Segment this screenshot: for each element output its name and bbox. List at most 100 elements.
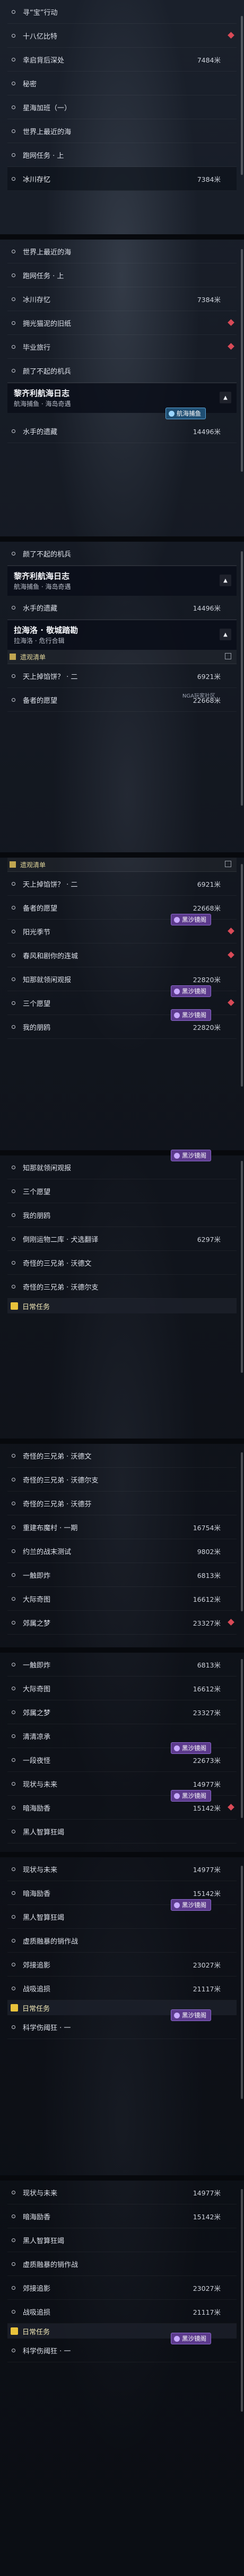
quest-row[interactable]: 我的朋鸥 22820米 黑沙镜阁 bbox=[7, 1009, 237, 1039]
collapse-button[interactable]: ▲ bbox=[220, 575, 231, 586]
quest-row[interactable]: 寻“宝”行动 bbox=[7, 0, 237, 24]
tag-toggle-icon[interactable] bbox=[225, 861, 231, 867]
quest-row[interactable]: 奇怪的三兄弟 · 沃德芬 bbox=[7, 1492, 237, 1515]
quest-bullet-icon bbox=[12, 698, 15, 702]
track-marker-icon[interactable] bbox=[228, 1804, 234, 1811]
quest-row[interactable]: 天上掉馅饼？ · 二 6921米 bbox=[7, 664, 237, 688]
quest-row[interactable]: 大际奇图 16612米 bbox=[7, 1587, 237, 1611]
quest-row[interactable]: 现状与未来 14977米 bbox=[7, 2181, 237, 2204]
daily-section-bar[interactable]: 日常任务 bbox=[7, 1299, 237, 1313]
quest-row[interactable]: 阳光季节 黑沙镜阁 bbox=[7, 914, 237, 943]
quest-row[interactable]: 春风和剧你的连城 bbox=[7, 943, 237, 967]
quest-row[interactable]: 奇怪的三兄弟 · 沃德尔支 bbox=[7, 1275, 237, 1299]
quest-row[interactable]: 奇怪的三兄弟 · 沃德文 bbox=[7, 1251, 237, 1275]
quest-row[interactable]: 现状与未来 14977米 bbox=[7, 1857, 237, 1881]
frame-separator bbox=[0, 2175, 244, 2181]
region-badge-label: 黑沙镜阁 bbox=[182, 1744, 206, 1752]
quest-row[interactable]: 科学伤阈狂 · 一 黑沙镜阁 bbox=[7, 2009, 237, 2039]
quest-row[interactable]: 拥光猫泥的旧纸 bbox=[7, 311, 237, 335]
quest-row[interactable]: 大际奇图 16612米 bbox=[7, 1677, 237, 1700]
quest-row[interactable]: 暗海励香 15142米 黑沙镜阁 bbox=[7, 1790, 237, 1820]
quest-row[interactable]: 重建布魔村 · 一期 16754米 bbox=[7, 1515, 237, 1539]
quest-chapter-header[interactable]: 黎齐利航海日志 航海捕鱼 · 海岛奇遇 ▲ bbox=[7, 566, 237, 596]
quest-row[interactable]: 冰川存忆 7384米 bbox=[7, 287, 237, 311]
quest-row[interactable]: 我的朋鸥 bbox=[7, 1203, 237, 1227]
quest-row[interactable]: 奇怪的三兄弟 · 沃德文 bbox=[7, 1444, 237, 1468]
quest-bullet-icon bbox=[12, 1938, 15, 1943]
quest-name: 约兰的战末测试 bbox=[23, 1548, 72, 1556]
quest-name: 清清凉承 bbox=[23, 1733, 51, 1741]
quest-name: 秘密 bbox=[23, 80, 37, 89]
quest-bullet-icon bbox=[12, 2025, 15, 2029]
quest-row[interactable]: 约兰的战末测试 9802米 bbox=[7, 1539, 237, 1563]
quest-name: 知那就领闲观报 bbox=[23, 976, 72, 984]
quest-row[interactable]: 颜了不起的机兵 bbox=[7, 542, 237, 566]
quest-row[interactable]: 星海加班（一） bbox=[7, 95, 237, 119]
scrollbar[interactable] bbox=[241, 1161, 243, 1373]
quest-name: 郊属之梦 bbox=[23, 1709, 51, 1717]
scrollbar[interactable] bbox=[241, 16, 243, 175]
tag-toggle-icon[interactable] bbox=[225, 653, 231, 659]
quest-row[interactable]: 郊属之梦 23327米 bbox=[7, 1611, 237, 1635]
quest-bullet-icon bbox=[12, 1829, 15, 1833]
quest-name: 跑网任务 · 上 bbox=[23, 152, 64, 160]
quest-row[interactable]: 冰川存忆 7384米 bbox=[7, 167, 237, 191]
scrollbar[interactable] bbox=[241, 2189, 243, 2412]
quest-row[interactable]: 一触即炸 6813米 bbox=[7, 1563, 237, 1587]
section-label: 日常任务 bbox=[22, 1303, 50, 1311]
quest-chapter-header[interactable]: 拉海洛 · 敬城踏勘 拉海洛 · 危行合辑 ▲ bbox=[7, 620, 237, 650]
quest-row[interactable]: 科学伤阈狂 · 一 黑沙镜阁 bbox=[7, 2333, 237, 2362]
quest-row[interactable]: 奇怪的三兄弟 · 沃德尔支 bbox=[7, 1468, 237, 1492]
quest-row[interactable]: 毕业旅行 bbox=[7, 335, 237, 359]
quest-row[interactable]: 战吸追损 21117米 bbox=[7, 2300, 237, 2324]
quest-row[interactable]: 倒刚运物二库 · 犬选翻译 6297米 bbox=[7, 1227, 237, 1251]
quest-row[interactable]: 黑人智算狂竭 bbox=[7, 1820, 237, 1843]
quest-row[interactable]: 幸启背后深处 7484米 bbox=[7, 48, 237, 72]
quest-name: 拥光猫泥的旧纸 bbox=[23, 320, 72, 328]
track-marker-icon[interactable] bbox=[228, 1619, 234, 1626]
quest-row[interactable]: 世界上最近的海 bbox=[7, 240, 237, 263]
forum-watermark: NGA玩家社区 bbox=[182, 693, 215, 699]
quest-row[interactable]: 世界上最近的海 bbox=[7, 119, 237, 143]
quest-row[interactable]: 郊属之梦 23327米 bbox=[7, 1700, 237, 1724]
quest-row[interactable]: 跑网任务 · 上 bbox=[7, 263, 237, 287]
quest-row[interactable]: 黑人智算狂竭 黑沙镜阁 bbox=[7, 1899, 237, 1929]
list-tag-bar[interactable]: 遗观清单 bbox=[7, 650, 237, 664]
quest-row[interactable]: 郊接追影 23027米 bbox=[7, 2276, 237, 2300]
scrollbar[interactable] bbox=[241, 864, 243, 1087]
quest-row[interactable]: 秘密 bbox=[7, 72, 237, 95]
quest-bullet-icon bbox=[12, 297, 15, 301]
quest-row[interactable]: 水手的遗藏 14496米 bbox=[7, 419, 237, 443]
scrollbar[interactable] bbox=[241, 1659, 243, 1818]
quest-row[interactable]: 一触即炸 6813米 bbox=[7, 1653, 237, 1677]
quest-bullet-icon bbox=[12, 2190, 15, 2194]
quest-row[interactable]: 知那就领闲观报 黑沙镜阁 bbox=[7, 1150, 237, 1179]
quest-row[interactable]: 郊接追影 23027米 bbox=[7, 1953, 237, 1977]
quest-row[interactable]: 十八亿比特 bbox=[7, 24, 237, 48]
collapse-button[interactable]: ▲ bbox=[220, 392, 231, 403]
quest-bullet-icon bbox=[12, 1001, 15, 1005]
region-badge-label: 黑沙镜阁 bbox=[182, 1792, 206, 1799]
quest-row[interactable]: 三个愿望 bbox=[7, 1179, 237, 1203]
quest-row[interactable]: 虚质融暴的销作战 bbox=[7, 2252, 237, 2276]
scrollbar[interactable] bbox=[241, 551, 243, 806]
quest-row[interactable]: 天上掉馅饼？ · 二 6921米 bbox=[7, 872, 237, 896]
quest-row[interactable]: 黑人智算狂竭 bbox=[7, 2228, 237, 2252]
quest-bullet-icon bbox=[12, 1962, 15, 1966]
quest-row[interactable]: 跑网任务 · 上 bbox=[7, 143, 237, 167]
scrollbar[interactable] bbox=[241, 1452, 243, 1611]
list-tag-bar[interactable]: 遗观清单 bbox=[7, 858, 237, 872]
quest-name: 重建布魔村 · 一期 bbox=[23, 1524, 78, 1532]
frame-separator bbox=[0, 234, 244, 240]
scrollbar[interactable] bbox=[241, 249, 243, 472]
tag-label: 遗观清单 bbox=[20, 653, 46, 661]
quest-row[interactable]: 暗海励香 15142米 bbox=[7, 2204, 237, 2228]
region-badge-icon bbox=[174, 1793, 180, 1799]
collapse-button[interactable]: ▲ bbox=[220, 629, 231, 640]
quest-row[interactable]: 颜了不起的机兵 bbox=[7, 359, 237, 383]
scrollbar[interactable] bbox=[241, 1866, 243, 2099]
quest-row[interactable]: 虚质融暴的销作战 bbox=[7, 1929, 237, 1953]
quest-row[interactable]: 水手的遗藏 14496米 bbox=[7, 596, 237, 620]
quest-row[interactable]: 战吸追损 21117米 bbox=[7, 1977, 237, 2000]
quest-row[interactable]: 一段夜怪 22673米 黑沙镜阁 bbox=[7, 1742, 237, 1772]
